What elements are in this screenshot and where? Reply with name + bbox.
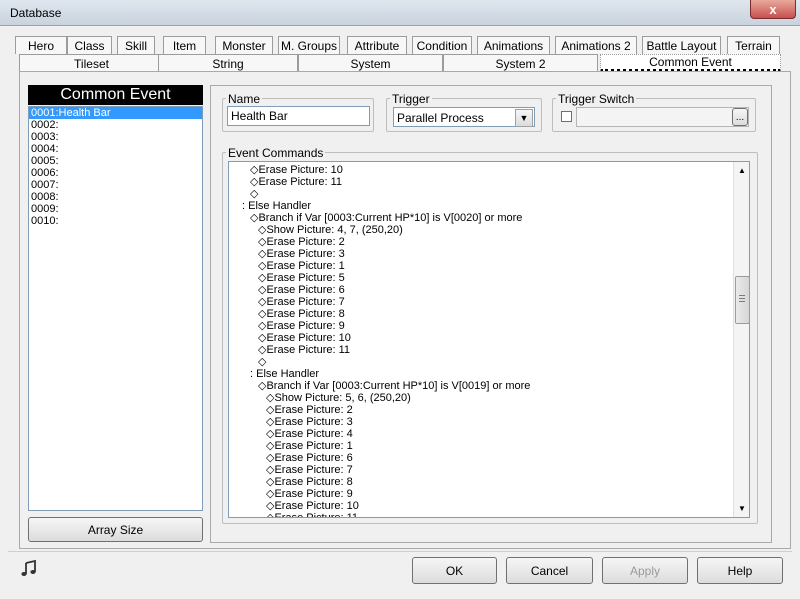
list-item[interactable]: 0002: [29, 119, 202, 131]
trigger-label: Trigger [390, 92, 432, 106]
command-line[interactable]: ◇Erase Picture: 11 [229, 512, 749, 517]
tab-string[interactable]: String [158, 54, 298, 72]
close-icon: x [769, 1, 777, 17]
help-button[interactable]: Help [697, 557, 783, 584]
command-line[interactable]: ◇Erase Picture: 9 [229, 488, 749, 500]
command-line[interactable]: ◇Erase Picture: 2 [229, 404, 749, 416]
list-item[interactable]: 0006: [29, 167, 202, 179]
list-item[interactable]: 0003: [29, 131, 202, 143]
common-event-list[interactable]: 0001:Health Bar 0002: 0003: 0004: 0005: 0006:… [28, 106, 203, 511]
command-line[interactable]: ◇Branch if Var [0003:Current HP*10] is V… [229, 212, 749, 224]
trigger-value: Parallel Process [397, 111, 484, 125]
command-line[interactable]: ◇Erase Picture: 7 [229, 464, 749, 476]
scrollbar-thumb[interactable] [735, 276, 750, 324]
array-size-button[interactable]: Array Size [28, 517, 203, 542]
list-item[interactable]: 0009: [29, 203, 202, 215]
name-label: Name [226, 92, 263, 106]
command-line[interactable]: ◇Erase Picture: 11 [229, 344, 749, 356]
tab-terrain[interactable]: Terrain [727, 36, 780, 54]
name-input[interactable] [227, 106, 370, 126]
tab-system-2[interactable]: System 2 [443, 54, 598, 72]
tab-common-event[interactable]: Common Event [600, 54, 781, 72]
commands-scrollbar[interactable]: ▲ ▼ [733, 162, 750, 517]
trigger-switch-label: Trigger Switch [556, 92, 637, 106]
list-header: Common Event [28, 85, 203, 105]
command-line[interactable]: ◇Erase Picture: 6 [229, 452, 749, 464]
command-line[interactable]: : Else Handler [229, 368, 749, 380]
trigger-switch-checkbox[interactable] [561, 111, 572, 122]
tab-condition[interactable]: Condition [412, 36, 472, 54]
list-item[interactable]: 0004: [29, 143, 202, 155]
command-line[interactable]: ◇Erase Picture: 1 [229, 440, 749, 452]
command-line[interactable]: ◇Erase Picture: 7 [229, 296, 749, 308]
list-item[interactable]: 0007: [29, 179, 202, 191]
trigger-select[interactable]: Parallel Process ▼ [393, 107, 535, 127]
scroll-up-icon[interactable]: ▲ [738, 166, 746, 175]
command-line[interactable]: ◇Show Picture: 4, 7, (250,20) [229, 224, 749, 236]
tab-hero[interactable]: Hero [15, 36, 67, 54]
tab-animations-2[interactable]: Animations 2 [555, 36, 637, 54]
command-line[interactable]: ◇Erase Picture: 3 [229, 248, 749, 260]
divider [8, 551, 792, 552]
command-line[interactable]: ◇Erase Picture: 2 [229, 236, 749, 248]
tab-m-groups[interactable]: M. Groups [278, 36, 340, 54]
command-line[interactable]: ◇Branch if Var [0003:Current HP*10] is V… [229, 380, 749, 392]
event-commands-list[interactable]: ◇Erase Picture: 10 ◇Erase Picture: 11 ◇: E… [228, 161, 750, 518]
command-line[interactable]: ◇Erase Picture: 9 [229, 320, 749, 332]
command-line[interactable]: ◇Erase Picture: 5 [229, 272, 749, 284]
tab-battle-layout[interactable]: Battle Layout [642, 36, 721, 54]
tab-monster[interactable]: Monster [215, 36, 273, 54]
tab-item[interactable]: Item [163, 36, 206, 54]
window-title: Database [10, 6, 62, 20]
command-line[interactable]: ◇Erase Picture: 10 [229, 332, 749, 344]
command-line[interactable]: ◇Erase Picture: 4 [229, 428, 749, 440]
list-item[interactable]: 0010: [29, 215, 202, 227]
command-line[interactable]: ◇Erase Picture: 8 [229, 308, 749, 320]
command-line[interactable]: ◇Show Picture: 5, 6, (250,20) [229, 392, 749, 404]
list-item[interactable]: 0008: [29, 191, 202, 203]
trigger-switch-field [576, 107, 749, 127]
list-item[interactable]: 0001:Health Bar [29, 107, 202, 119]
ok-button[interactable]: OK [412, 557, 497, 584]
command-line[interactable]: ◇Erase Picture: 1 [229, 260, 749, 272]
command-line[interactable]: ◇Erase Picture: 10 [229, 164, 749, 176]
scroll-down-icon[interactable]: ▼ [738, 504, 746, 513]
tab-tileset[interactable]: Tileset [19, 54, 164, 72]
command-line[interactable]: ◇Erase Picture: 3 [229, 416, 749, 428]
event-commands-label: Event Commands [226, 146, 326, 160]
tab-skill[interactable]: Skill [117, 36, 155, 54]
list-item[interactable]: 0005: [29, 155, 202, 167]
music-note-icon[interactable] [20, 559, 40, 580]
tab-animations[interactable]: Animations [477, 36, 550, 54]
command-line[interactable]: : Else Handler [229, 200, 749, 212]
command-line[interactable]: ◇ [229, 188, 749, 200]
command-line[interactable]: ◇Erase Picture: 10 [229, 500, 749, 512]
tab-system[interactable]: System [298, 54, 443, 72]
close-button[interactable]: x [750, 0, 796, 19]
chevron-down-icon: ▼ [515, 109, 533, 127]
command-line[interactable]: ◇Erase Picture: 6 [229, 284, 749, 296]
title-bar: Database x [0, 0, 800, 26]
browse-switch-button[interactable]: ... [732, 108, 748, 126]
command-line[interactable]: ◇ [229, 356, 749, 368]
apply-button[interactable]: Apply [602, 557, 688, 584]
cancel-button[interactable]: Cancel [506, 557, 593, 584]
tab-class[interactable]: Class [67, 36, 112, 54]
command-line[interactable]: ◇Erase Picture: 8 [229, 476, 749, 488]
tab-attribute[interactable]: Attribute [347, 36, 407, 54]
command-line[interactable]: ◇Erase Picture: 11 [229, 176, 749, 188]
